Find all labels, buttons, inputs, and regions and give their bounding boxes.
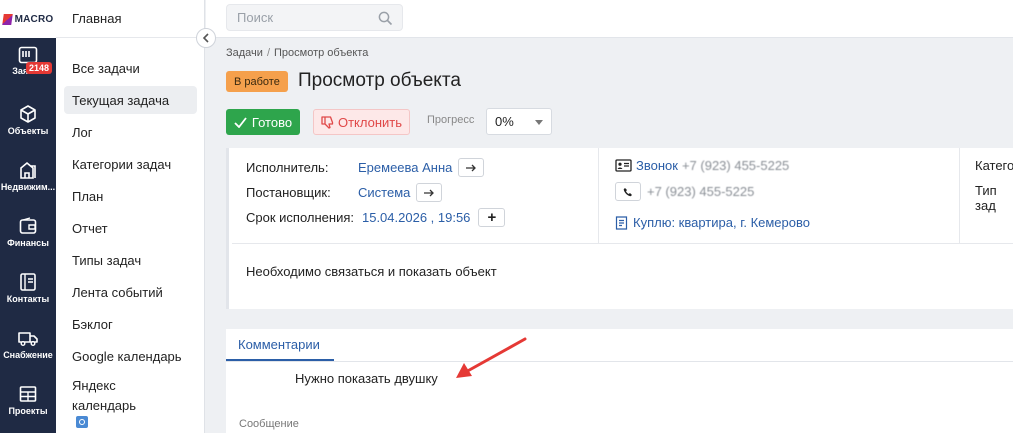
phone-call-button[interactable] bbox=[615, 182, 641, 201]
phone-number[interactable]: +7 (923) 455-5225 bbox=[647, 184, 754, 199]
call-link[interactable]: Звонок bbox=[636, 158, 678, 173]
divider bbox=[598, 148, 599, 243]
rail-item-contacts[interactable]: Контакты bbox=[0, 272, 56, 304]
search-box bbox=[226, 4, 403, 31]
cube-icon bbox=[20, 105, 36, 123]
sidebar-item-yandex-calendar[interactable]: Яндекс календарь bbox=[64, 376, 164, 428]
search-icon[interactable] bbox=[378, 11, 393, 26]
rail-item-realty[interactable]: Недвижим... bbox=[0, 160, 56, 192]
top-bar bbox=[206, 0, 1013, 38]
call-number: +7 (923) 455-5225 bbox=[681, 158, 790, 173]
rail-item-objects[interactable]: Объекты bbox=[0, 104, 56, 136]
call-row: Звонок +7 (923) 455-5225 bbox=[615, 158, 789, 173]
thumbs-down-icon bbox=[321, 115, 334, 129]
comment-item: Нужно показать двушку bbox=[295, 371, 438, 386]
logo-mark-icon bbox=[1, 13, 13, 25]
sidebar-item-plan[interactable]: План bbox=[64, 182, 197, 210]
task-info-card: Исполнитель: Еремеева Анна Постановщик: … bbox=[226, 148, 1013, 309]
phone-icon bbox=[623, 187, 632, 196]
tab-comments[interactable]: Комментарии bbox=[238, 337, 320, 352]
creator-link[interactable]: Система bbox=[358, 185, 410, 200]
reassign-button[interactable] bbox=[458, 158, 485, 177]
progress-select[interactable]: 0% bbox=[486, 108, 552, 135]
rail-label: Контакты bbox=[6, 294, 50, 304]
task-description: Необходимо связаться и показать объект bbox=[246, 264, 497, 279]
rail-item-requests[interactable]: 2148 Заявки bbox=[0, 46, 56, 76]
divider bbox=[232, 243, 1013, 244]
wallet-icon bbox=[19, 217, 37, 234]
reject-button[interactable]: Отклонить bbox=[313, 109, 410, 135]
sidebar-item-task-types[interactable]: Типы задач bbox=[64, 246, 197, 274]
building-icon bbox=[20, 161, 36, 179]
done-button[interactable]: Готово bbox=[226, 109, 300, 135]
sidebar-item-task-categories[interactable]: Категории задач bbox=[64, 150, 197, 178]
creator-label: Постановщик: bbox=[246, 185, 331, 200]
creator-open-button[interactable] bbox=[416, 183, 443, 202]
reject-button-label: Отклонить bbox=[337, 114, 403, 130]
arrow-right-icon bbox=[465, 164, 476, 171]
progress-value: 0% bbox=[495, 114, 514, 129]
rail-label: Проекты bbox=[8, 406, 48, 416]
creator-row: Постановщик: Система bbox=[246, 183, 443, 202]
done-button-label: Готово bbox=[251, 114, 293, 130]
deadline-label: Срок исполнения: bbox=[246, 210, 354, 225]
chevron-down-icon bbox=[535, 120, 543, 125]
search-input[interactable] bbox=[237, 10, 377, 25]
rail-item-projects[interactable]: Проекты bbox=[0, 384, 56, 416]
section-sidebar: Главная Все задачи Текущая задача Лог Ка… bbox=[56, 0, 205, 433]
grid-icon bbox=[19, 386, 37, 402]
arrow-right-icon bbox=[423, 189, 434, 196]
check-icon bbox=[234, 116, 247, 128]
brand-logo[interactable]: MACRO bbox=[0, 0, 56, 38]
assignee-label: Исполнитель: bbox=[246, 160, 329, 175]
progress-label: Прогресс bbox=[427, 114, 475, 126]
requests-count-badge: 2148 bbox=[26, 62, 53, 74]
chevron-left-icon bbox=[202, 33, 209, 43]
divider bbox=[959, 148, 960, 243]
sidebar-item-google-calendar[interactable]: Google календарь bbox=[64, 342, 197, 370]
deadline-value[interactable]: 15.04.2026 , 19:56 bbox=[362, 210, 470, 225]
sidebar-item-backlog[interactable]: Бэклог bbox=[64, 310, 197, 338]
rail-item-supply[interactable]: Снабжение bbox=[0, 328, 56, 360]
brand-name: MACRO bbox=[14, 13, 54, 25]
sidebar-header[interactable]: Главная bbox=[56, 0, 204, 38]
page-title: Просмотр объекта bbox=[298, 70, 461, 91]
phone-row: +7 (923) 455-5225 bbox=[615, 182, 754, 201]
document-icon bbox=[615, 215, 628, 230]
extend-deadline-button[interactable]: + bbox=[478, 208, 506, 227]
sync-icon bbox=[76, 416, 88, 428]
deal-link[interactable]: Куплю: квартира, г. Кемерово bbox=[633, 215, 810, 230]
type-label: Тип зад bbox=[975, 183, 997, 213]
sidebar-item-label: Яндекс календарь bbox=[72, 378, 137, 413]
truck-icon bbox=[18, 332, 38, 346]
message-label: Сообщение bbox=[239, 418, 299, 430]
breadcrumb-parent[interactable]: Задачи bbox=[226, 47, 263, 59]
breadcrumb-current: Просмотр объекта bbox=[274, 47, 369, 59]
rail-label: Недвижим... bbox=[0, 182, 56, 192]
contacts-icon bbox=[20, 273, 36, 291]
annotation-arrow-icon bbox=[456, 337, 527, 378]
collapse-sidebar-button[interactable] bbox=[196, 28, 216, 48]
deal-row: Куплю: квартира, г. Кемерово bbox=[615, 215, 810, 230]
rail-label: Объекты bbox=[7, 126, 49, 136]
sidebar-item-log[interactable]: Лог bbox=[64, 118, 197, 146]
breadcrumb: Задачи / Просмотр объекта bbox=[226, 47, 368, 59]
sidebar-item-event-feed[interactable]: Лента событий bbox=[64, 278, 197, 306]
category-label: Категор bbox=[975, 158, 1013, 173]
type-row: Тип зад bbox=[975, 183, 1013, 213]
rail-label: Финансы bbox=[7, 238, 49, 248]
deadline-row: Срок исполнения: 15.04.2026 , 19:56 + bbox=[246, 208, 506, 227]
sidebar-item-all-tasks[interactable]: Все задачи bbox=[64, 54, 197, 82]
id-card-icon bbox=[615, 159, 632, 172]
breadcrumb-separator: / bbox=[266, 47, 270, 59]
category-row: Категор bbox=[975, 158, 1013, 173]
sidebar-item-current-task[interactable]: Текущая задача bbox=[64, 86, 197, 114]
status-badge: В работе bbox=[226, 71, 288, 92]
sidebar-item-report[interactable]: Отчет bbox=[64, 214, 197, 242]
app-rail: MACRO 2148 Заявки Объекты Недвижим... Фи… bbox=[0, 0, 56, 433]
assignee-row: Исполнитель: Еремеева Анна bbox=[246, 158, 485, 177]
rail-item-finance[interactable]: Финансы bbox=[0, 216, 56, 248]
rail-label: Снабжение bbox=[3, 350, 53, 360]
assignee-link[interactable]: Еремеева Анна bbox=[358, 160, 452, 175]
